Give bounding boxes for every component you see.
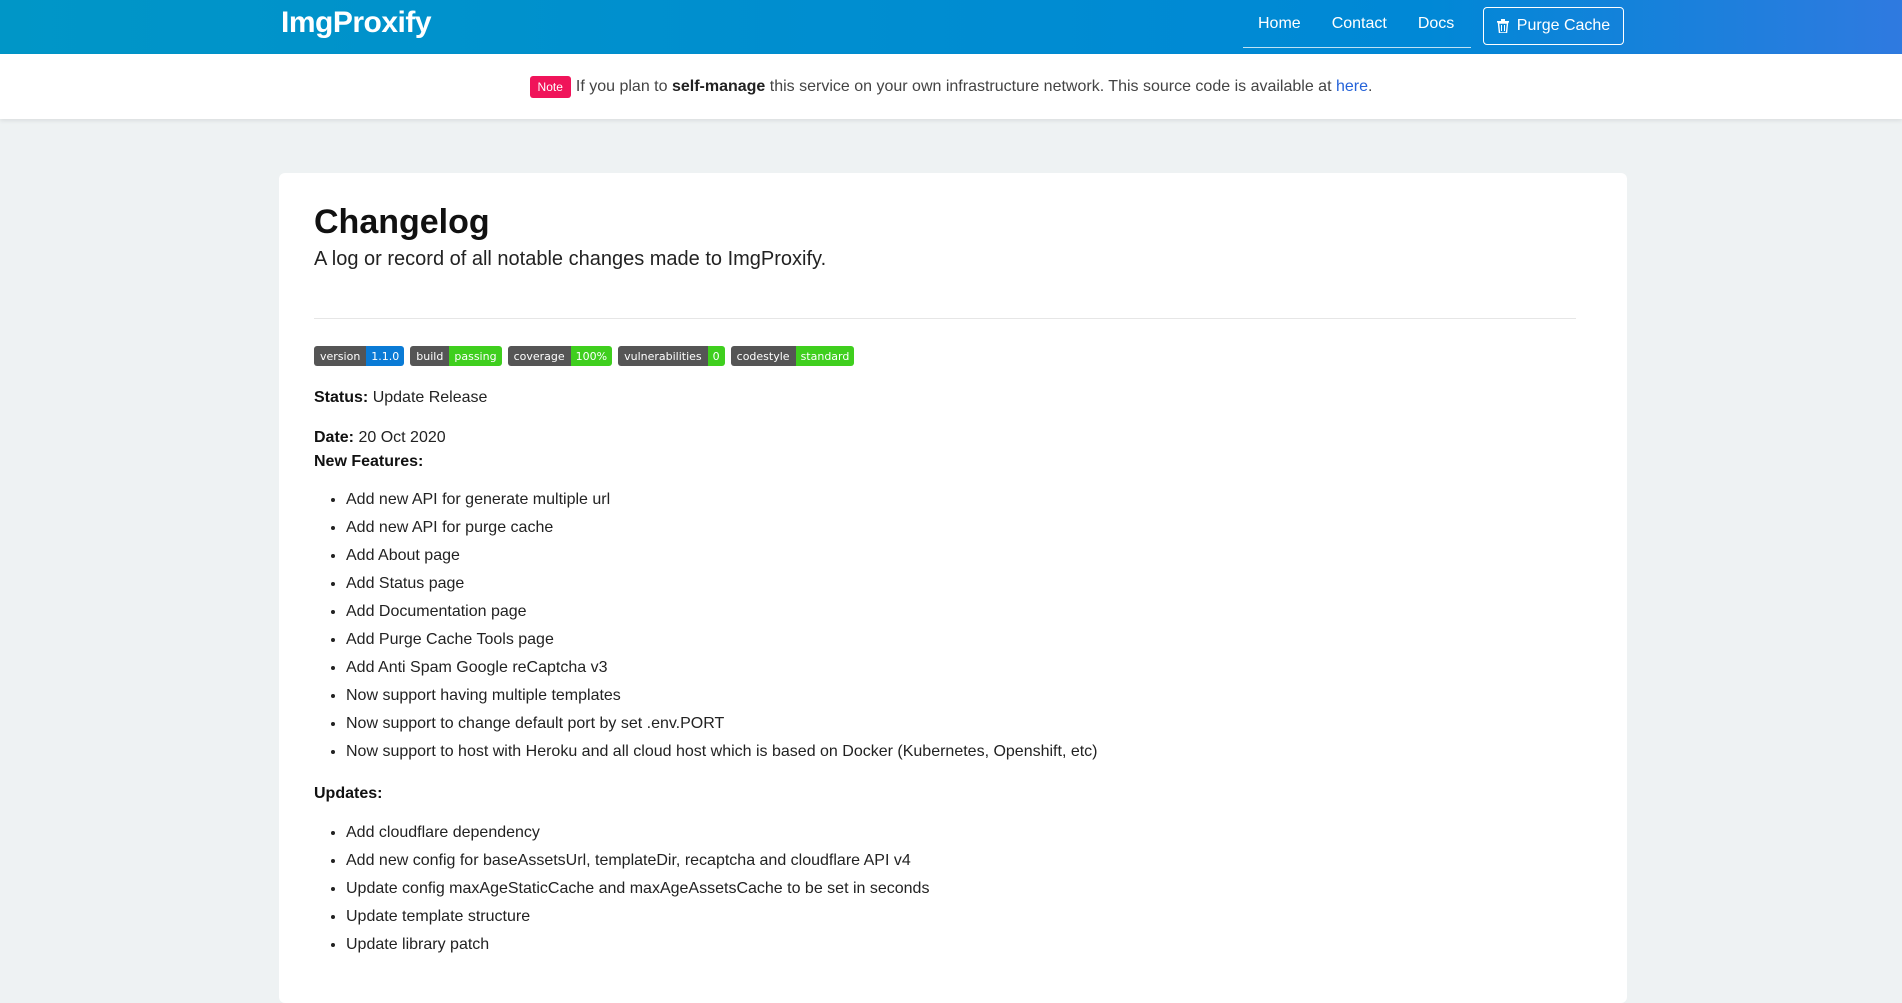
- notice-text-before: If you plan to: [575, 77, 672, 95]
- badge-key: coverage: [507, 346, 571, 366]
- badge-row: version 1.1.0 build passing coverage 100…: [314, 346, 860, 366]
- list-item: Now support having multiple templates: [346, 682, 1098, 710]
- updates-heading: Updates:: [314, 785, 382, 803]
- nav-docs-link[interactable]: Docs: [1418, 15, 1454, 33]
- badge-value: 0: [707, 346, 725, 366]
- list-item: Update template structure: [346, 903, 929, 931]
- status-label: Status:: [314, 389, 369, 406]
- nav-contact-link[interactable]: Contact: [1332, 15, 1387, 33]
- badge-key: version: [314, 346, 367, 366]
- features-label: New Features:: [314, 453, 424, 470]
- navbar: ImgProxify Home Contact Docs Purge Cache: [0, 0, 1902, 54]
- trash-icon: [1496, 19, 1509, 33]
- divider: [314, 318, 1576, 319]
- list-item: Add Anti Spam Google reCaptcha v3: [346, 654, 1098, 682]
- list-item: Add new API for generate multiple url: [346, 486, 1098, 514]
- status-line: Status: Update Release: [314, 389, 487, 407]
- badge-key: vulnerabilities: [618, 346, 708, 366]
- list-item: Add Documentation page: [346, 598, 1098, 626]
- badge-key: codestyle: [730, 346, 796, 366]
- list-item: Update config maxAgeStaticCache and maxA…: [346, 875, 929, 903]
- page-title: Changelog: [314, 203, 490, 241]
- changelog-card: Changelog A log or record of all notable…: [279, 173, 1627, 1003]
- badge-value: standard: [795, 346, 855, 366]
- purge-cache-button[interactable]: Purge Cache: [1483, 7, 1624, 45]
- date-line: Date: 20 Oct 2020: [314, 429, 446, 447]
- date-label: Date:: [314, 429, 355, 446]
- updates-list: Add cloudflare dependency Add new config…: [314, 819, 929, 959]
- list-item: Update library patch: [346, 931, 929, 959]
- features-list: Add new API for generate multiple url Ad…: [314, 486, 1098, 766]
- list-item: Add About page: [346, 542, 1098, 570]
- features-list-wrap: Add new API for generate multiple url Ad…: [314, 486, 1098, 766]
- notice-bar: Note If you plan to self-manage this ser…: [0, 54, 1902, 119]
- updates-list-wrap: Add cloudflare dependency Add new config…: [314, 819, 929, 959]
- badge-codestyle[interactable]: codestyle standard: [730, 346, 855, 366]
- list-item: Add Purge Cache Tools page: [346, 626, 1098, 654]
- badge-version[interactable]: version 1.1.0: [314, 346, 405, 366]
- date-value: 20 Oct 2020: [358, 429, 446, 446]
- notice-source-link[interactable]: here: [1336, 78, 1368, 96]
- list-item: Add cloudflare dependency: [346, 819, 929, 847]
- badge-vulnerabilities[interactable]: vulnerabilities 0: [618, 346, 725, 366]
- note-tag: Note: [529, 75, 571, 98]
- notice-bold: self-manage: [671, 77, 766, 95]
- updates-label: Updates:: [314, 785, 383, 802]
- purge-cache-label: Purge Cache: [1516, 17, 1611, 34]
- list-item: Add new API for purge cache: [346, 514, 1098, 542]
- list-item: Now support to change default port by se…: [346, 710, 1098, 738]
- list-item: Add new config for baseAssetsUrl, templa…: [346, 847, 929, 875]
- brand-logo[interactable]: ImgProxify: [281, 6, 432, 40]
- badge-build[interactable]: build passing: [410, 346, 502, 366]
- nav-links: Home Contact Docs: [1243, 0, 1471, 48]
- notice-end: .: [1368, 77, 1373, 95]
- list-item: Now support to host with Heroku and all …: [346, 738, 1098, 766]
- list-item: Add Status page: [346, 570, 1098, 598]
- notice-text-after: this service on your own infrastructure …: [765, 77, 1336, 95]
- badge-value: 1.1.0: [366, 346, 405, 366]
- status-value: Update Release: [372, 389, 488, 406]
- page-subtitle: A log or record of all notable changes m…: [314, 248, 827, 270]
- features-heading: New Features:: [314, 453, 423, 471]
- badge-value: passing: [449, 346, 502, 366]
- badge-coverage[interactable]: coverage 100%: [507, 346, 613, 366]
- badge-value: 100%: [570, 346, 613, 366]
- badge-key: build: [410, 346, 450, 366]
- nav-home-link[interactable]: Home: [1258, 15, 1301, 33]
